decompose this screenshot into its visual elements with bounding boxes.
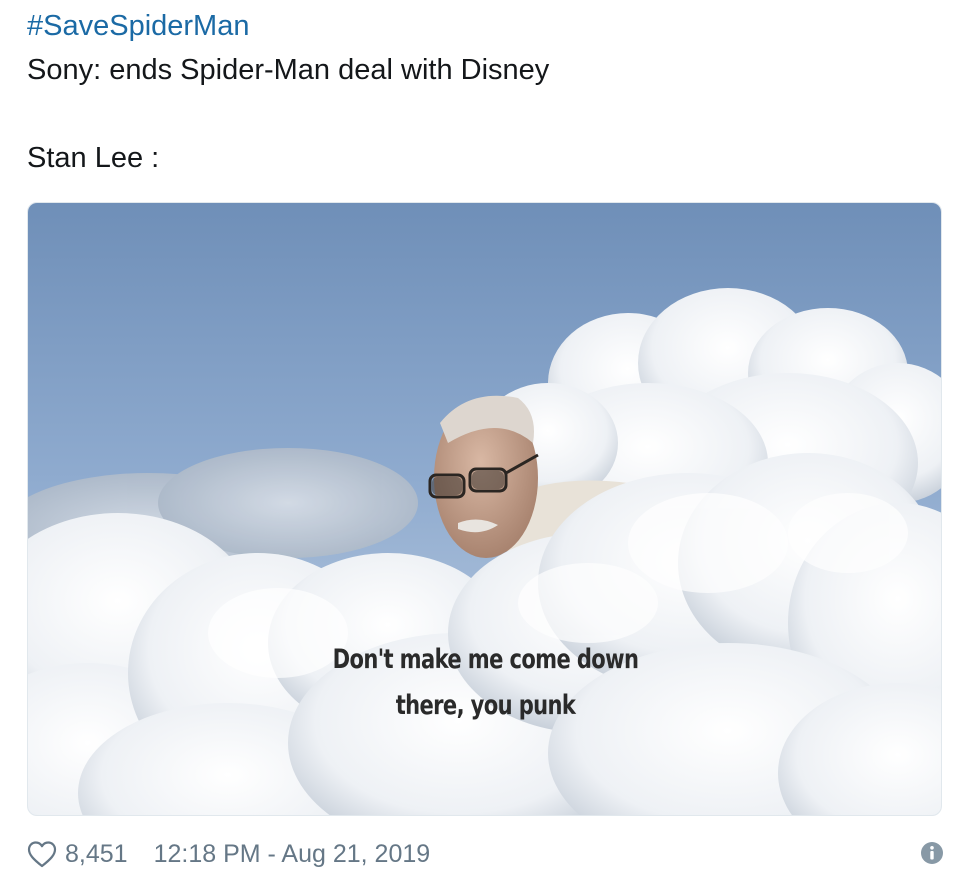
meme-caption-line-2: there, you punk bbox=[395, 690, 576, 721]
tweet-footer: 8,451 12:18 PM - Aug 21, 2019 bbox=[27, 836, 947, 872]
like-button[interactable]: 8,451 bbox=[27, 840, 128, 869]
meme-caption-line-1: Don't make me come down bbox=[332, 644, 639, 675]
tweet-text-line-2: Stan Lee : bbox=[27, 142, 160, 174]
tweet-media-image[interactable]: Don't make me come down there, you punk bbox=[27, 202, 942, 816]
info-icon[interactable] bbox=[920, 841, 944, 865]
tweet-text-line-1: Sony: ends Spider-Man deal with Disney bbox=[27, 54, 550, 86]
heart-icon bbox=[27, 840, 57, 868]
like-count: 8,451 bbox=[65, 839, 128, 868]
tweet-timestamp-link[interactable]: 12:18 PM - Aug 21, 2019 bbox=[154, 840, 431, 869]
hashtag-link[interactable]: #SaveSpiderMan bbox=[27, 9, 249, 43]
